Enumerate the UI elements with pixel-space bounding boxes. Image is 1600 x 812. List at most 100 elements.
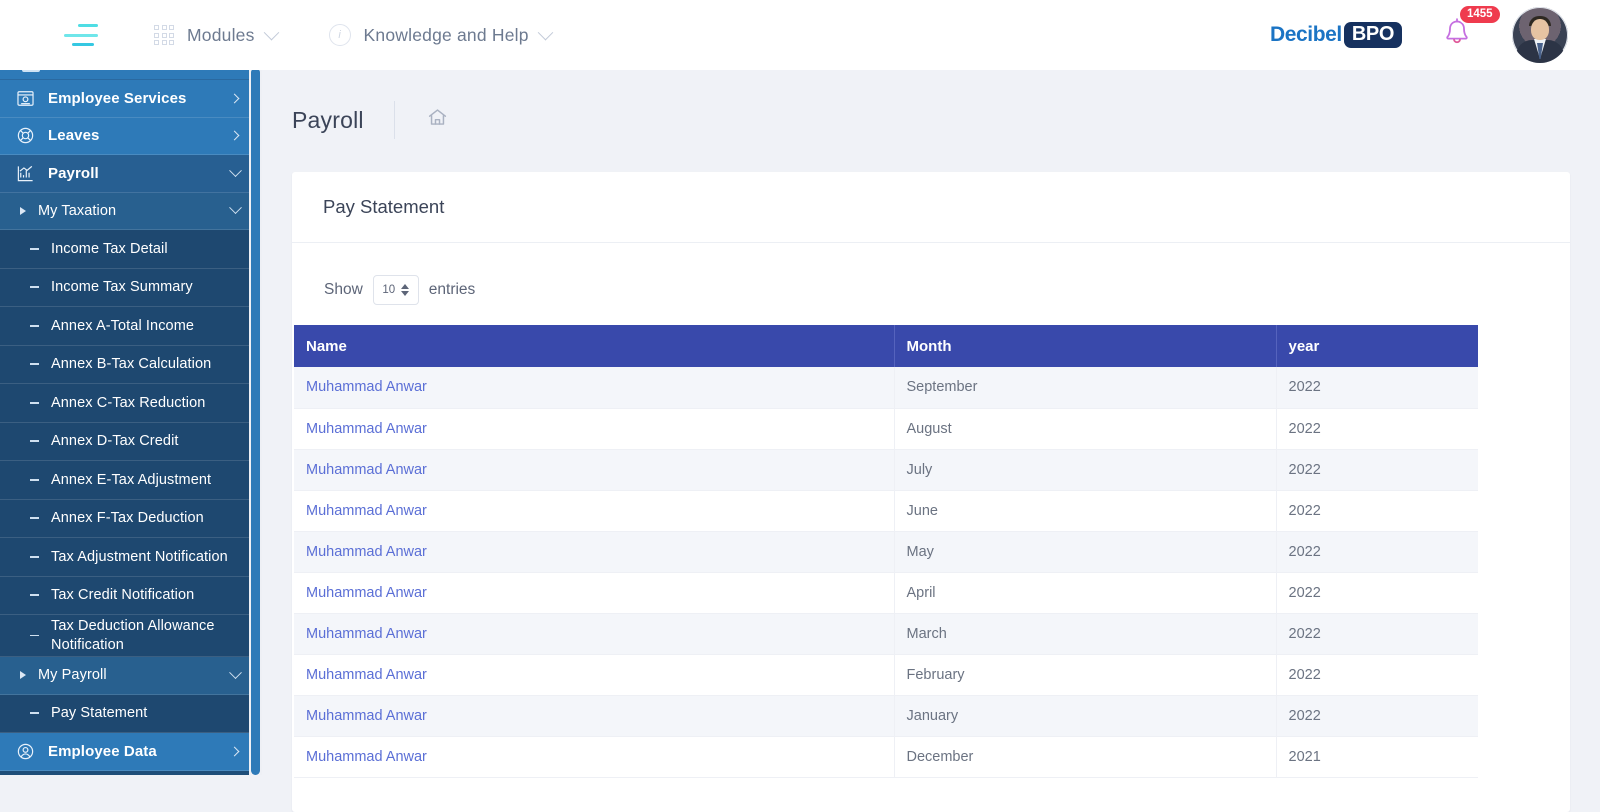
sidebar-item-label: My Taxation [38, 202, 117, 219]
brand-logo-badge: BPO [1343, 22, 1402, 48]
table-row: Muhammad Anwar April 2022 [294, 572, 1478, 614]
hamburger-line [72, 43, 94, 46]
employee-name-link[interactable]: Muhammad Anwar [306, 421, 427, 437]
cell-name: Muhammad Anwar [294, 490, 895, 532]
cell-year: 2022 [1276, 449, 1478, 491]
column-header-year[interactable]: year [1276, 325, 1478, 367]
sidebar-item-tax-deduction-allowance-notification[interactable]: Tax Deduction Allowance Notification [0, 615, 262, 657]
cell-name: Muhammad Anwar [294, 695, 895, 737]
page-header: Payroll [262, 68, 1600, 172]
cell-month: August [894, 408, 1277, 450]
sidebar-item-annex-c-tax-reduction[interactable]: Annex C-Tax Reduction [0, 384, 262, 423]
table-row: Muhammad Anwar February 2022 [294, 654, 1478, 696]
info-icon: i [328, 24, 351, 46]
sidebar-item-annex-b-tax-calculation[interactable]: Annex B-Tax Calculation [0, 345, 262, 384]
cell-year: 2022 [1276, 531, 1478, 573]
brand-logo[interactable]: Decibel BPO [1270, 22, 1402, 48]
sidebar-item-tax-adjustment-notification[interactable]: Tax Adjustment Notification [0, 538, 262, 577]
pay-statement-card: Pay Statement Show 10 entries Name Month y… [292, 172, 1570, 812]
sidebar-item-my-taxation[interactable]: My Taxation [0, 192, 262, 230]
employee-name-link[interactable]: Muhammad Anwar [306, 749, 427, 765]
employee-name-link[interactable]: Muhammad Anwar [306, 585, 427, 601]
triangle-right-icon [20, 206, 26, 215]
sidebar-item-annex-f-tax-deduction[interactable]: Annex F-Tax Deduction [0, 499, 262, 538]
table-head: Name Month year [294, 325, 1478, 367]
sidebar-item-employee-data[interactable]: Employee Data [0, 733, 262, 771]
sidebar-item-label: Annex D-Tax Credit [51, 433, 179, 450]
employee-name-link[interactable]: Muhammad Anwar [306, 667, 427, 683]
sidebar-item-income-tax-summary[interactable]: Income Tax Summary [0, 268, 262, 307]
sidebar-item-annex-d-tax-credit[interactable]: Annex D-Tax Credit [0, 422, 262, 461]
user-circle-icon [14, 740, 36, 762]
sidebar-item-annex-a-total-income[interactable]: Annex A-Total Income [0, 307, 262, 346]
employee-name-link[interactable]: Muhammad Anwar [306, 626, 427, 642]
cell-name: Muhammad Anwar [294, 531, 895, 573]
column-header-month[interactable]: Month [894, 325, 1277, 367]
sidebar-item-label: Income Tax Summary [51, 279, 193, 296]
sidebar-item-label: Annex A-Total Income [51, 317, 195, 334]
sidebar-item-income-tax-detail[interactable]: Income Tax Detail [0, 230, 262, 269]
cell-name: Muhammad Anwar [294, 613, 895, 655]
cell-year: 2022 [1276, 408, 1478, 450]
chevron-down-icon [229, 201, 242, 215]
notifications-button[interactable]: 1455 [1442, 3, 1502, 54]
employee-name-link[interactable]: Muhammad Anwar [306, 503, 427, 519]
sidebar-item-leaves[interactable]: Leaves [0, 117, 262, 155]
dash-icon [30, 440, 39, 443]
dash-icon [30, 401, 39, 404]
table-row: Muhammad Anwar May 2022 [294, 531, 1478, 573]
cell-month: January [894, 695, 1277, 737]
cell-name: Muhammad Anwar [294, 736, 895, 778]
sidebar-item-label: My Payroll [38, 667, 107, 684]
cell-year: 2021 [1276, 736, 1478, 778]
employee-name-link[interactable]: Muhammad Anwar [306, 544, 427, 560]
table-row: Muhammad Anwar August 2022 [294, 408, 1478, 450]
sidebar-item-label: Employee Data [48, 742, 157, 760]
card-title: Pay Statement [323, 196, 445, 217]
sidebar-item-pay-statement[interactable]: Pay Statement [0, 694, 262, 733]
home-icon[interactable] [427, 107, 448, 133]
sidebar-item-label: Income Tax Detail [51, 240, 168, 257]
employee-name-link[interactable]: Muhammad Anwar [306, 462, 427, 478]
brand-logo-primary: Decibel [1269, 23, 1342, 46]
notification-badge: 1455 [1458, 3, 1502, 25]
sidebar-item-label: Leaves [48, 127, 100, 145]
column-header-name[interactable]: Name [294, 325, 895, 367]
dash-icon [30, 286, 39, 289]
chevron-right-icon [229, 93, 240, 104]
id-card-icon [14, 87, 36, 109]
sidebar-item-payroll[interactable]: Payroll [0, 155, 262, 193]
nav-knowledge-help[interactable]: i Knowledge and Help [328, 24, 553, 46]
avatar[interactable] [1512, 7, 1568, 63]
hamburger-line [64, 33, 98, 37]
chevron-right-icon [229, 130, 240, 141]
table-row: Muhammad Anwar December 2021 [294, 736, 1478, 778]
dash-icon [30, 478, 39, 481]
sidebar-item-tax-credit-notification[interactable]: Tax Credit Notification [0, 576, 262, 615]
nav-modules[interactable]: Modules [154, 24, 279, 46]
divider [393, 101, 395, 139]
dash-icon [30, 517, 39, 520]
cell-year: 2022 [1276, 572, 1478, 614]
top-header-bar: Modules i Knowledge and Help Decibel BPO… [0, 0, 1600, 70]
chevron-down-icon [263, 24, 279, 40]
cell-name: Muhammad Anwar [294, 654, 895, 696]
dash-icon [30, 712, 39, 715]
cell-month: April [894, 572, 1277, 614]
sidebar-item-annex-e-tax-adjustment[interactable]: Annex E-Tax Adjustment [0, 461, 262, 500]
sidebar-scrollbar-thumb[interactable] [251, 68, 260, 775]
cell-year: 2022 [1276, 367, 1478, 409]
sidebar-item-my-payroll[interactable]: My Payroll [0, 657, 262, 695]
employee-name-link[interactable]: Muhammad Anwar [306, 379, 427, 395]
employee-name-link[interactable]: Muhammad Anwar [306, 708, 427, 724]
chevron-down-icon [537, 24, 553, 40]
entries-per-page-select[interactable]: 10 [372, 275, 419, 305]
hamburger-icon[interactable] [64, 24, 98, 46]
sidebar-item-employee-services[interactable]: Employee Services [0, 80, 262, 118]
cell-month: September [894, 367, 1277, 409]
header-right-cluster: Decibel BPO 1455 [1270, 3, 1600, 63]
table-row: Muhammad Anwar July 2022 [294, 449, 1478, 491]
dash-icon [30, 247, 39, 250]
cell-name: Muhammad Anwar [294, 367, 895, 409]
cell-name: Muhammad Anwar [294, 408, 895, 450]
